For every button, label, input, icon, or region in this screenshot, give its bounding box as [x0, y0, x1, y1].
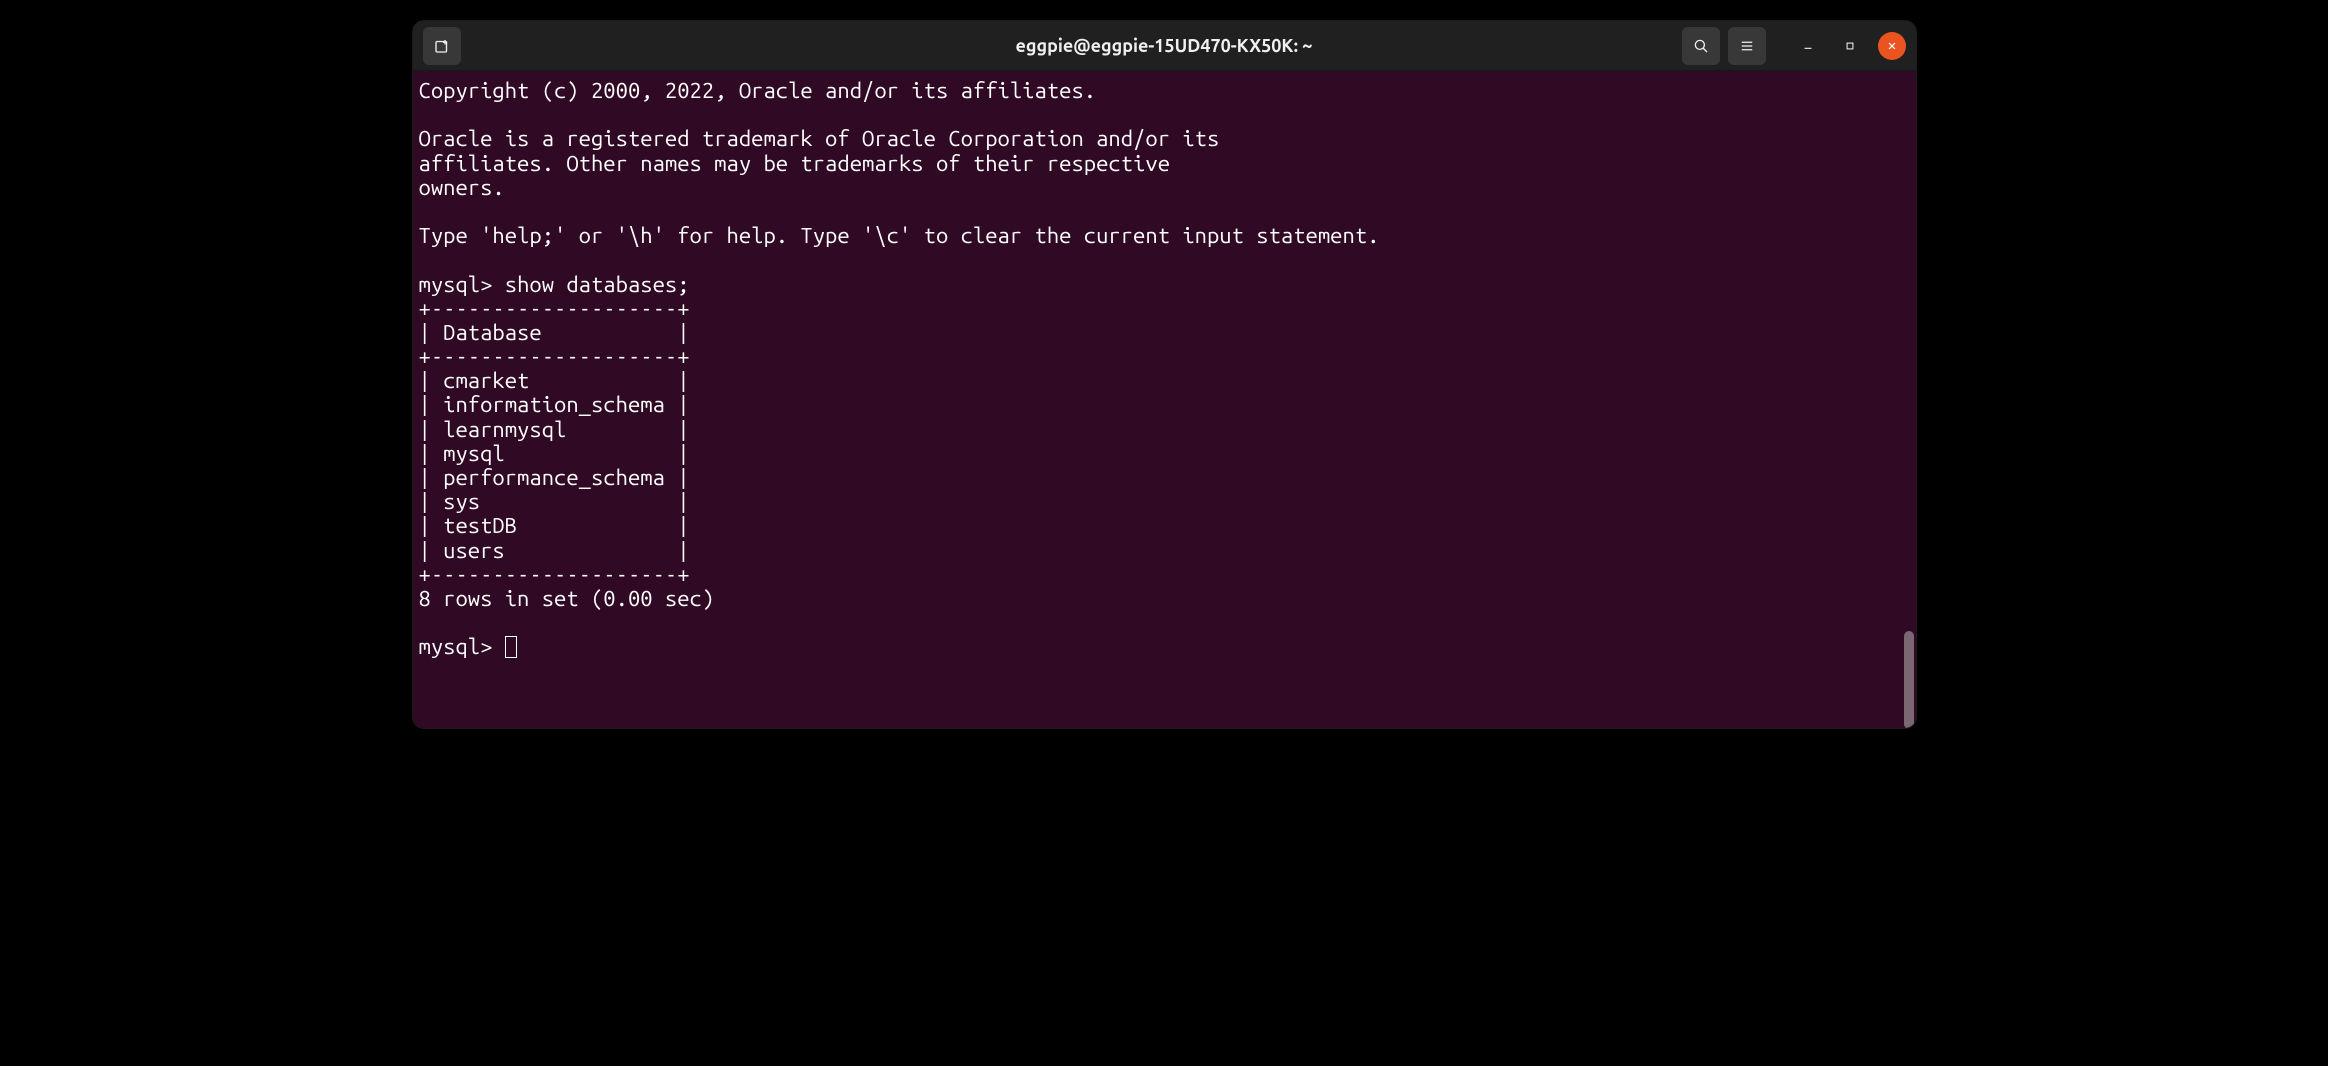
table-row: | learnmysql |: [419, 417, 690, 442]
scrollbar[interactable]: [1904, 631, 1914, 729]
window-title: eggpie@eggpie-15UD470-KX50K: ~: [1016, 36, 1313, 56]
terminal-window: eggpie@eggpie-15UD470-KX50K: ~: [412, 20, 1917, 729]
table-row: | sys |: [419, 489, 690, 514]
hamburger-icon: [1738, 37, 1756, 55]
table-border: +--------------------+: [419, 562, 690, 587]
table-border: +--------------------+: [419, 296, 690, 321]
minimize-icon: [1801, 39, 1815, 53]
help-text: Type 'help;' or '\h' for help. Type '\c'…: [419, 223, 1380, 248]
table-row: | mysql |: [419, 441, 690, 466]
table-row: | information_schema |: [419, 392, 690, 417]
trademark-text: owners.: [419, 175, 505, 200]
command-text: show databases;: [505, 272, 690, 297]
table-border: +--------------------+: [419, 344, 690, 369]
table-row: | performance_schema |: [419, 465, 690, 490]
maximize-icon: [1843, 39, 1857, 53]
titlebar: eggpie@eggpie-15UD470-KX50K: ~: [413, 21, 1916, 71]
table-row: | testDB |: [419, 513, 690, 538]
table-row: | cmarket |: [419, 368, 690, 393]
cursor: [505, 636, 517, 658]
result-summary: 8 rows in set (0.00 sec): [419, 586, 715, 611]
minimize-button[interactable]: [1794, 32, 1822, 60]
new-tab-icon: [433, 37, 451, 55]
mysql-prompt: mysql>: [419, 634, 505, 659]
close-button[interactable]: [1878, 32, 1906, 60]
menu-button[interactable]: [1728, 27, 1766, 65]
maximize-button[interactable]: [1836, 32, 1864, 60]
search-button[interactable]: [1682, 27, 1720, 65]
table-row: | users |: [419, 538, 690, 563]
search-icon: [1692, 37, 1710, 55]
trademark-text: Oracle is a registered trademark of Orac…: [419, 126, 1220, 151]
terminal-body[interactable]: Copyright (c) 2000, 2022, Oracle and/or …: [413, 71, 1916, 728]
trademark-text: affiliates. Other names may be trademark…: [419, 151, 1171, 176]
close-icon: [1885, 39, 1899, 53]
copyright-text: Copyright (c) 2000, 2022, Oracle and/or …: [419, 78, 1097, 103]
table-header: | Database |: [419, 320, 690, 345]
mysql-prompt: mysql>: [419, 272, 505, 297]
new-tab-button[interactable]: [423, 27, 461, 65]
